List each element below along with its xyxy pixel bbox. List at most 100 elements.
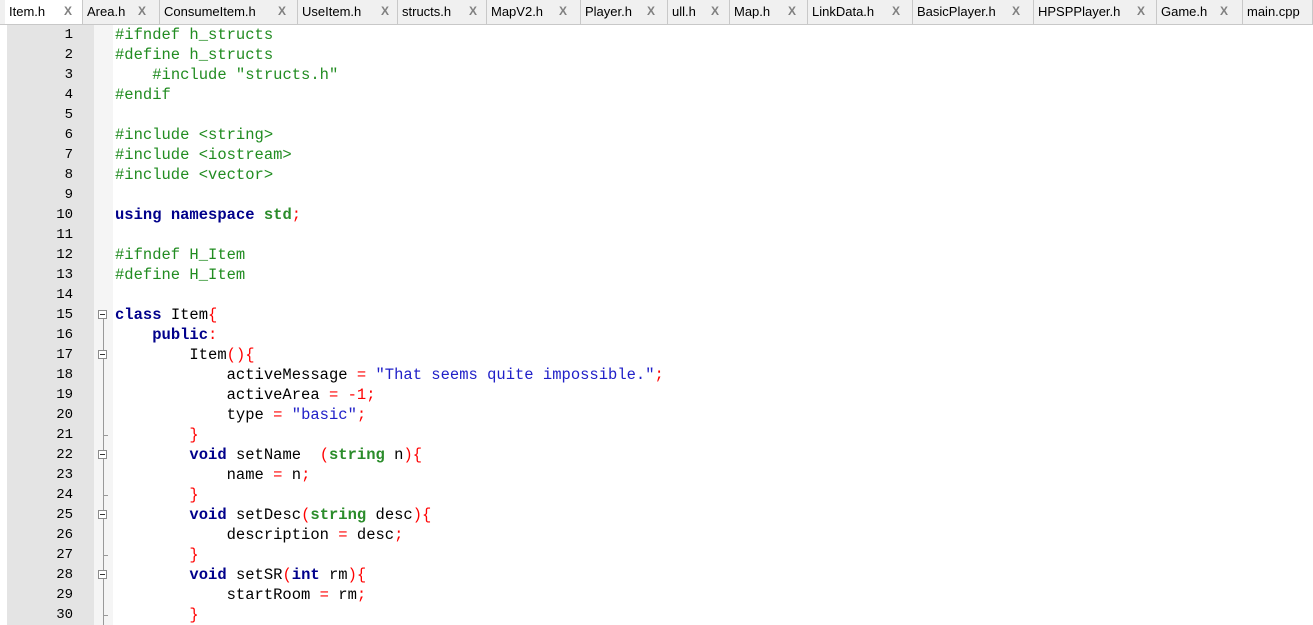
code-token: activeArea xyxy=(226,386,320,404)
code-line[interactable]: activeMessage = "That seems quite imposs… xyxy=(115,365,664,385)
fold-open-icon[interactable] xyxy=(98,510,107,519)
line-number: 26 xyxy=(56,527,73,543)
fold-open-icon[interactable] xyxy=(98,570,107,579)
line-number: 23 xyxy=(56,467,73,483)
tab-consumeitem-h[interactable]: ConsumeItem.h X xyxy=(160,0,298,24)
code-line[interactable]: activeArea = -1; xyxy=(115,385,376,405)
code-line[interactable]: #include "structs.h" xyxy=(115,65,338,85)
code-line[interactable]: void setDesc(string desc){ xyxy=(115,505,431,525)
tab-label: BasicPlayer.h xyxy=(917,4,996,19)
code-token: ; xyxy=(291,206,302,224)
tab-label: MapV2.h xyxy=(491,4,544,19)
tab-linkdata-h[interactable]: LinkData.h X xyxy=(808,0,913,24)
code-token: name xyxy=(226,466,264,484)
code-line[interactable]: public: xyxy=(115,325,217,345)
code-token: n xyxy=(291,466,302,484)
tab-label: main.cpp xyxy=(1247,4,1300,19)
code-token: #include <string> xyxy=(115,126,274,144)
line-number: 14 xyxy=(56,287,73,303)
line-number: 18 xyxy=(56,367,73,383)
fold-open-icon[interactable] xyxy=(98,350,107,359)
code-token: } xyxy=(189,426,199,444)
code-token: void xyxy=(189,566,227,584)
tab-label: UseItem.h xyxy=(302,4,362,19)
code-line[interactable]: #endif xyxy=(115,85,171,105)
close-icon[interactable]: X xyxy=(1220,0,1228,23)
close-icon[interactable]: X xyxy=(892,0,900,23)
close-icon[interactable]: X xyxy=(788,0,796,23)
code-token: #define H_Item xyxy=(115,266,246,284)
close-icon[interactable]: X xyxy=(381,0,389,23)
code-token: Item xyxy=(189,346,227,364)
code-line[interactable]: #include <string> xyxy=(115,125,273,145)
tab-map-h[interactable]: Map.h X xyxy=(730,0,808,24)
code-line[interactable]: #include <vector> xyxy=(115,165,273,185)
code-line[interactable]: name = n; xyxy=(115,465,311,485)
line-number: 1 xyxy=(64,27,73,43)
code-token: desc xyxy=(356,526,395,544)
line-number: 6 xyxy=(64,127,73,143)
fold-open-icon[interactable] xyxy=(98,310,107,319)
code-editor[interactable]: 1 2 3 4 5 6 7 8 9 10 11 12 13 14 15 16 17 18 19 20 21 22 23 24 2… xyxy=(0,25,1313,625)
code-area[interactable]: #ifndef h_structs #define h_structs #incl… xyxy=(115,25,1313,625)
close-icon[interactable]: X xyxy=(469,0,477,23)
code-line[interactable]: #ifndef h_structs xyxy=(115,25,273,45)
code-line[interactable]: #define H_Item xyxy=(115,265,245,285)
tab-label: HPSPPlayer.h xyxy=(1038,4,1121,19)
code-line[interactable]: Item(){ xyxy=(115,345,254,365)
close-icon[interactable]: X xyxy=(1137,0,1145,23)
code-line[interactable]: } xyxy=(115,425,199,445)
close-icon[interactable]: X xyxy=(278,0,286,23)
line-number: 3 xyxy=(64,67,73,83)
code-line[interactable]: #define h_structs xyxy=(115,45,273,65)
code-line[interactable]: void setSR(int rm){ xyxy=(115,565,366,585)
close-icon[interactable]: X xyxy=(1012,0,1020,23)
fold-end-marker xyxy=(103,435,108,436)
close-icon[interactable]: X xyxy=(64,0,72,23)
code-line[interactable]: type = "basic"; xyxy=(115,405,367,425)
code-line[interactable]: #ifndef H_Item xyxy=(115,245,245,265)
tab-area-h[interactable]: Area.h X xyxy=(83,0,160,24)
code-token: type xyxy=(226,406,264,424)
code-line[interactable]: class Item{ xyxy=(115,305,217,325)
fold-open-icon[interactable] xyxy=(98,450,107,459)
close-icon[interactable]: X xyxy=(559,0,567,23)
tab-player-h[interactable]: Player.h X xyxy=(581,0,668,24)
code-line[interactable]: #include <iostream> xyxy=(115,145,292,165)
code-line[interactable]: void setName (string n){ xyxy=(115,445,422,465)
fold-margin[interactable] xyxy=(94,25,113,625)
tab-main-cpp[interactable]: main.cpp xyxy=(1243,0,1313,24)
tab-game-h[interactable]: Game.h X xyxy=(1157,0,1243,24)
tab-mapv2-h[interactable]: MapV2.h X xyxy=(487,0,581,24)
code-line[interactable]: using namespace std; xyxy=(115,205,301,225)
line-number: 24 xyxy=(56,487,73,503)
code-line[interactable]: } xyxy=(115,485,199,505)
tab-basicplayer-h[interactable]: BasicPlayer.h X xyxy=(913,0,1034,24)
code-line[interactable]: startRoom = rm; xyxy=(115,585,367,605)
code-line[interactable]: } xyxy=(115,545,199,565)
close-icon[interactable]: X xyxy=(647,0,655,23)
close-icon[interactable]: X xyxy=(711,0,719,23)
line-number: 7 xyxy=(64,147,73,163)
close-icon[interactable]: X xyxy=(138,0,146,23)
tab-ull-h[interactable]: ull.h X xyxy=(668,0,730,24)
line-number: 27 xyxy=(56,547,73,563)
code-line[interactable]: description = desc; xyxy=(115,525,404,545)
tab-useitem-h[interactable]: UseItem.h X xyxy=(298,0,398,24)
code-token: #include <vector> xyxy=(115,166,274,184)
code-token: } xyxy=(189,486,199,504)
tab-item-h[interactable]: Item.h X xyxy=(5,0,83,24)
tab-structs-h[interactable]: structs.h X xyxy=(398,0,487,24)
code-token: } xyxy=(189,546,199,564)
code-line[interactable]: } xyxy=(115,605,198,625)
line-number: 25 xyxy=(56,507,73,523)
tab-hpspplayer-h[interactable]: HPSPPlayer.h X xyxy=(1034,0,1157,24)
